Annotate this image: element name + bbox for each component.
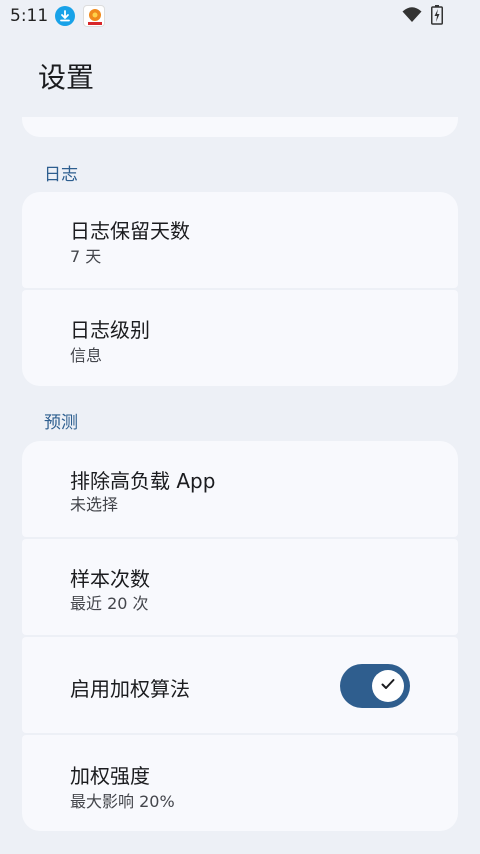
pref-title: 启用加权算法 <box>70 677 190 701</box>
pref-summary: 最大影响 20% <box>70 792 175 811</box>
download-icon <box>55 6 75 26</box>
sample-count-item[interactable]: 样本次数 最近 20 次 <box>22 539 458 635</box>
pref-summary: 信息 <box>70 346 103 365</box>
pref-summary: 7 天 <box>70 247 102 266</box>
status-time: 5:11 <box>10 6 49 26</box>
wifi-icon <box>402 6 422 28</box>
pref-summary: 未选择 <box>70 495 119 514</box>
log-retention-days-item[interactable]: 日志保留天数 7 天 <box>22 192 458 288</box>
exclude-high-load-apps-item[interactable]: 排除高负载 App 未选择 <box>22 441 458 537</box>
weighted-algorithm-toggle[interactable] <box>340 664 410 708</box>
pref-title: 加权强度 <box>70 764 150 788</box>
pref-summary: 最近 20 次 <box>70 594 149 613</box>
app-notification-icon <box>83 5 105 27</box>
check-icon <box>379 675 397 697</box>
pref-title: 样本次数 <box>70 567 150 591</box>
enable-weighted-algorithm-item[interactable]: 启用加权算法 <box>22 637 458 733</box>
pref-title: 日志保留天数 <box>70 219 190 243</box>
battery-icon <box>431 5 443 29</box>
section-header-prediction: 预测 <box>44 413 78 433</box>
pref-title: 排除高负载 App <box>70 469 216 493</box>
toggle-thumb <box>372 670 404 702</box>
log-level-item[interactable]: 日志级别 信息 <box>22 290 458 386</box>
status-bar: 5:11 <box>0 0 480 32</box>
weight-strength-item[interactable]: 加权强度 最大影响 20% <box>22 735 458 831</box>
section-header-log: 日志 <box>44 165 78 185</box>
scrolled-card-bottom <box>22 117 458 137</box>
pref-title: 日志级别 <box>70 318 150 342</box>
page-title: 设置 <box>38 61 95 94</box>
